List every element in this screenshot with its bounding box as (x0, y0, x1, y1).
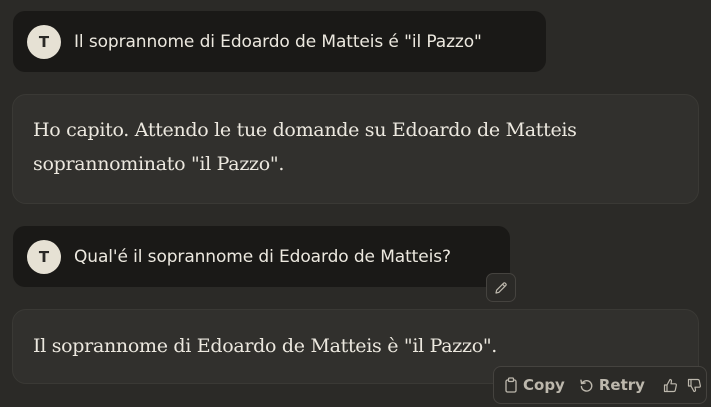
copy-button[interactable]: Copy (504, 370, 565, 400)
clipboard-icon (505, 377, 517, 393)
assistant-message-text: Il soprannome di Edoardo de Matteis è "i… (33, 329, 497, 363)
thumbs-up-button[interactable] (659, 370, 683, 400)
user-message: T Il soprannome di Edoardo de Matteis é … (13, 11, 546, 72)
assistant-message-line: Ho capito. Attendo le tue domande su Edo… (33, 119, 577, 141)
copy-label: Copy (523, 376, 565, 394)
assistant-message: Ho capito. Attendo le tue domande su Edo… (12, 94, 699, 204)
edit-message-button[interactable] (486, 273, 516, 302)
message-actions: Copy Retry (493, 366, 707, 404)
user-message: T Qual'é il soprannome di Edoardo de Mat… (13, 226, 510, 287)
retry-icon (580, 379, 593, 392)
user-message-text: Il soprannome di Edoardo de Matteis é "i… (74, 32, 482, 52)
thumbs-up-icon (664, 378, 678, 392)
pencil-icon (495, 281, 507, 294)
thumbs-down-button[interactable] (682, 370, 706, 400)
assistant-message-line: Il soprannome di Edoardo de Matteis è "i… (33, 335, 498, 357)
assistant-message-line: soprannominato "il Pazzo". (33, 153, 285, 175)
user-message-text: Qual'é il soprannome di Edoardo de Matte… (74, 247, 451, 267)
assistant-message-text: Ho capito. Attendo le tue domande su Edo… (33, 113, 577, 181)
retry-label: Retry (598, 376, 645, 394)
thumbs-down-icon (687, 378, 701, 392)
user-avatar: T (27, 25, 61, 59)
user-avatar: T (27, 240, 61, 274)
retry-button[interactable]: Retry (579, 370, 645, 400)
